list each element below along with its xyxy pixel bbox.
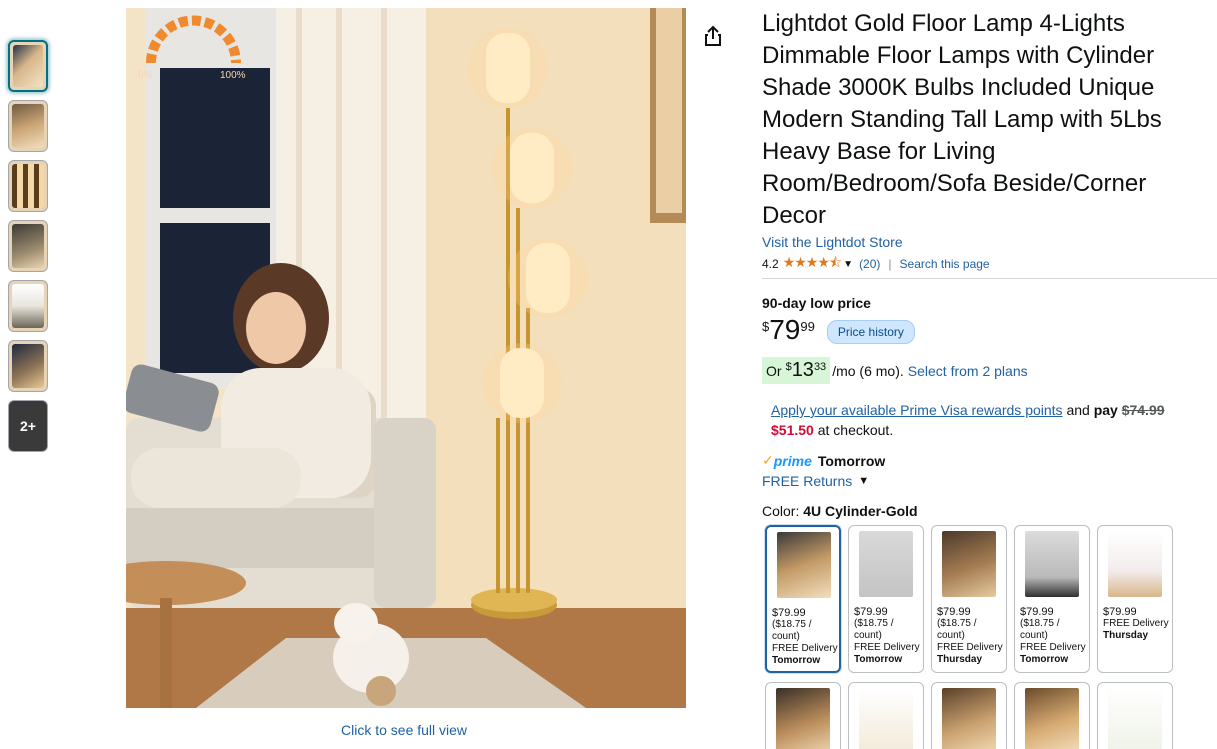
- swatch-image: [1025, 688, 1079, 749]
- discounted-price: $51.50: [771, 422, 814, 438]
- prime-label: prime: [773, 452, 812, 469]
- swatch-day: Thursday: [1103, 630, 1149, 641]
- thumbnail-more[interactable]: 2+: [8, 400, 48, 452]
- chevron-down-icon[interactable]: ▼: [843, 259, 853, 270]
- color-selector-label: Color: 4U Cylinder-Gold: [762, 503, 1212, 519]
- low-price-badge: 90-day low price: [762, 295, 871, 311]
- divider: [762, 278, 1217, 279]
- swatch-option[interactable]: $79.99 ($18.75 / count) FREE Delivery To…: [848, 525, 924, 673]
- checkout-text: at checkout.: [817, 422, 894, 438]
- search-page-link[interactable]: Search this page: [900, 257, 990, 271]
- prime-logo-icon: ✓ prime: [762, 452, 812, 469]
- swatch-image: [859, 531, 913, 597]
- dimmer-max-label: 100%: [220, 70, 246, 81]
- swatch-delivery: FREE Delivery: [1103, 618, 1169, 629]
- swatch-option[interactable]: [848, 682, 924, 749]
- full-view-link[interactable]: Click to see full view: [341, 722, 467, 738]
- share-icon[interactable]: [702, 24, 724, 48]
- rating-value: 4.2: [762, 257, 779, 271]
- installment-suffix: /mo (6 mo).: [832, 362, 904, 379]
- swatch-delivery: FREE Delivery: [1020, 642, 1086, 653]
- swatch-image: [777, 532, 831, 598]
- free-returns-label: FREE Returns: [762, 473, 853, 489]
- swatch-option[interactable]: $79.99 FREE Delivery Thursday: [1097, 525, 1173, 673]
- swatch-option[interactable]: $79.99 ($18.75 / count) FREE Delivery To…: [765, 525, 841, 673]
- lamp-scene-illustration: 0% 100%: [126, 8, 686, 708]
- installment-prefix: Or: [766, 363, 782, 379]
- swatch-image: [776, 688, 830, 749]
- more-count: 2+: [20, 418, 36, 434]
- swatch-day: Tomorrow: [854, 654, 903, 665]
- installment-row: Or $ 13 33 /mo (6 mo). Select from 2 pla…: [762, 357, 1212, 384]
- prime-visa-link[interactable]: Apply your available Prime Visa rewards …: [771, 402, 1063, 418]
- swatch-image: [859, 688, 913, 749]
- prime-visa-offer: Apply your available Prime Visa rewards …: [771, 400, 1212, 440]
- swatch-option[interactable]: [765, 682, 841, 749]
- prime-visa-pay: pay: [1093, 402, 1118, 418]
- swatch-image: [942, 531, 996, 597]
- thumbnail-4[interactable]: [8, 220, 48, 272]
- thumbnail-column: 2+: [8, 40, 48, 460]
- free-returns-link[interactable]: FREE Returns ▼: [762, 473, 1212, 489]
- product-details: Lightdot Gold Floor Lamp 4-Lights Dimmab…: [762, 8, 1217, 519]
- color-label: Color:: [762, 503, 800, 519]
- swatch-image: [1108, 531, 1162, 597]
- review-count-link[interactable]: (20): [859, 257, 880, 271]
- swatch-option[interactable]: $79.99 ($18.75 / count) FREE Delivery To…: [1014, 525, 1090, 673]
- thumbnail-1[interactable]: [8, 40, 48, 92]
- product-title: Lightdot Gold Floor Lamp 4-Lights Dimmab…: [762, 10, 1162, 229]
- swatch-option[interactable]: [931, 682, 1007, 749]
- store-link[interactable]: Visit the Lightdot Store: [762, 234, 1212, 250]
- select-plans-link[interactable]: Select from 2 plans: [908, 363, 1028, 379]
- swatch-day: Tomorrow: [1020, 654, 1069, 665]
- dimmer-min-label: 0%: [138, 70, 153, 81]
- swatch-price: $79.99: [772, 607, 806, 619]
- price-history-button[interactable]: Price history: [826, 320, 915, 344]
- swatch-delivery: FREE Delivery: [937, 642, 1003, 653]
- thumbnail-5[interactable]: [8, 280, 48, 332]
- swatch-day: Thursday: [937, 654, 983, 665]
- installment-whole: 13: [791, 359, 814, 381]
- swatch-price: $79.99: [854, 606, 888, 618]
- thumbnail-3[interactable]: [8, 160, 48, 212]
- price-currency: $: [762, 319, 770, 334]
- price-row: $ 79 99 Price history: [762, 315, 1212, 345]
- prime-visa-and: and: [1066, 402, 1090, 418]
- swatch-image: [1025, 531, 1079, 597]
- swatch-delivery: FREE Delivery: [772, 643, 838, 654]
- swatch-count: ($18.75 / count): [854, 618, 894, 641]
- swatch-count: ($18.75 / count): [937, 618, 977, 641]
- swatch-count: ($18.75 / count): [772, 619, 812, 642]
- swatch-option[interactable]: [1014, 682, 1090, 749]
- price-fraction: 99: [800, 319, 815, 334]
- swatch-option[interactable]: $79.99 ($18.75 / count) FREE Delivery Th…: [931, 525, 1007, 673]
- old-price: $74.99: [1121, 402, 1165, 418]
- star-rating-icon[interactable]: ★★★★⯪: [783, 252, 842, 276]
- swatch-price: $79.99: [1020, 606, 1054, 618]
- prime-delivery-row: ✓ prime Tomorrow: [762, 452, 1212, 469]
- swatch-count: ($18.75 / count): [1020, 618, 1060, 641]
- swatch-delivery: FREE Delivery: [854, 642, 920, 653]
- swatch-price: $79.99: [937, 606, 971, 618]
- swatch-image: [942, 688, 996, 749]
- thumbnail-6[interactable]: [8, 340, 48, 392]
- swatch-price: $79.99: [1103, 606, 1137, 618]
- swatch-image: [1108, 688, 1162, 749]
- price-whole: 79: [769, 314, 801, 345]
- swatch-option[interactable]: [1097, 682, 1173, 749]
- rating-row: 4.2 ★★★★⯪ ▼ (20) | Search this page: [762, 254, 1212, 272]
- delivery-day: Tomorrow: [817, 452, 886, 469]
- installment-fraction: 33: [813, 361, 827, 373]
- color-selected: 4U Cylinder-Gold: [803, 503, 918, 519]
- thumbnail-2[interactable]: [8, 100, 48, 152]
- separator: |: [888, 257, 892, 271]
- chevron-down-icon: ▼: [858, 475, 870, 487]
- installment-price: Or $ 13 33: [762, 357, 831, 384]
- swatch-day: Tomorrow: [772, 655, 821, 666]
- main-product-image[interactable]: 0% 100%: [126, 8, 686, 708]
